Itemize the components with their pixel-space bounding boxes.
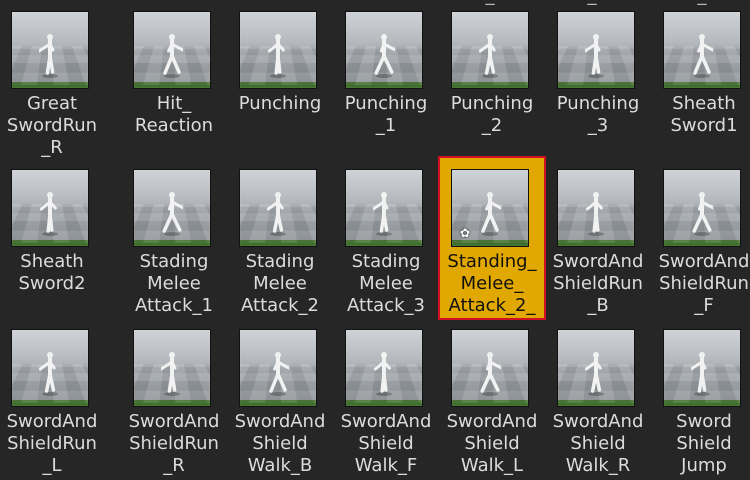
- character-icon: [585, 190, 607, 236]
- asset-label: SwordAnd ShieldRun _B: [552, 251, 644, 315]
- asset-label: Stading Melee Attack_3: [347, 251, 425, 315]
- asset-tile[interactable]: Punching: [228, 0, 332, 160]
- character-icon: [373, 32, 395, 78]
- asset-label: Stading Melee Attack_2: [241, 251, 319, 315]
- asset-label: Punching _3: [556, 93, 640, 136]
- animation-thumbnail: [133, 329, 211, 407]
- animation-thumbnail: [345, 11, 423, 89]
- animation-thumbnail: [11, 329, 89, 407]
- asset-tile[interactable]: ✿ Standing_ Melee_ Attack_2_: [438, 156, 546, 320]
- asset-tile[interactable]: Great SwordRun _R: [0, 0, 104, 160]
- asset-label: SwordAnd ShieldRun _L: [6, 411, 98, 475]
- animation-thumbnail: [345, 169, 423, 247]
- asset-label: Sheath Sword1: [670, 93, 738, 136]
- animation-thumbnail: [239, 169, 317, 247]
- animation-thumbnail: [133, 169, 211, 247]
- asset-tile[interactable]: Stading Melee Attack_2: [228, 158, 332, 318]
- character-icon: [585, 32, 607, 78]
- asset-label: Punching _1: [344, 93, 428, 136]
- asset-label: SwordAnd ShieldRun _F: [658, 251, 750, 315]
- asset-tile[interactable]: SwordAnd ShieldRun _B: [546, 158, 650, 318]
- asset-label: Great SwordRun _R: [6, 93, 98, 157]
- asset-tile[interactable]: SwordAnd Shield Walk_R: [546, 318, 650, 478]
- character-icon: [39, 32, 61, 78]
- asset-tile[interactable]: Stading Melee Attack_1: [122, 158, 226, 318]
- asset-tile[interactable]: SwordAnd Shield Walk_F: [334, 318, 438, 478]
- character-icon: [267, 32, 289, 78]
- asset-tile[interactable]: SwordAnd Shield Walk_L: [440, 318, 544, 478]
- animation-thumbnail: [451, 329, 529, 407]
- animation-thumbnail: [663, 329, 741, 407]
- asset-tile[interactable]: Hit_ Reaction: [122, 0, 226, 160]
- animation-thumbnail: [239, 329, 317, 407]
- animation-thumbnail: [557, 11, 635, 89]
- character-icon: [373, 190, 395, 236]
- asset-label: Standing_ Melee_ Attack_2_: [447, 251, 537, 315]
- asset-label: SwordAnd Shield Walk_L: [446, 411, 538, 475]
- asset-label: Punching _2: [450, 93, 534, 136]
- character-icon: [691, 350, 713, 396]
- animation-thumbnail: [239, 11, 317, 89]
- asset-label: Hit_ Reaction: [134, 93, 214, 136]
- asset-tile[interactable]: Sheath Sword1: [652, 0, 750, 160]
- character-icon: [585, 350, 607, 396]
- asset-tile[interactable]: SwordAnd ShieldRun _L: [0, 318, 104, 478]
- asset-tile[interactable]: SwordAnd ShieldRun _F: [652, 158, 750, 318]
- character-icon: [691, 32, 713, 78]
- asset-tile[interactable]: SwordAnd ShieldRun _R: [122, 318, 226, 478]
- animation-thumbnail: [11, 169, 89, 247]
- asset-label: Sheath Sword2: [18, 251, 86, 294]
- asset-tile[interactable]: Sword Shield Jump: [652, 318, 750, 478]
- asset-label: SwordAnd Shield Walk_R: [552, 411, 644, 475]
- animation-thumbnail: [557, 329, 635, 407]
- asset-label: Punching: [238, 93, 322, 114]
- character-icon: [161, 350, 183, 396]
- animation-thumbnail: [557, 169, 635, 247]
- asset-label: Sword Shield Jump: [676, 411, 732, 475]
- character-icon: [691, 190, 713, 236]
- character-icon: [267, 350, 289, 396]
- asset-tile[interactable]: Punching _3: [546, 0, 650, 160]
- asset-label: SwordAnd Shield Walk_F: [340, 411, 432, 475]
- character-icon: [479, 32, 501, 78]
- character-icon: [479, 190, 501, 236]
- asset-tile[interactable]: Punching _2: [440, 0, 544, 160]
- asset-label: Stading Melee Attack_1: [135, 251, 213, 315]
- asset-label: SwordAnd Shield Walk_B: [234, 411, 326, 475]
- character-icon: [39, 350, 61, 396]
- character-icon: [373, 350, 395, 396]
- asset-tile[interactable]: SwordAnd Shield Walk_B: [228, 318, 332, 478]
- character-icon: [267, 190, 289, 236]
- animation-thumbnail: [345, 329, 423, 407]
- gear-icon: ✿: [459, 226, 471, 240]
- asset-label: SwordAnd ShieldRun _R: [128, 411, 220, 475]
- asset-tile[interactable]: Sheath Sword2: [0, 158, 104, 318]
- animation-thumbnail: ✿: [451, 169, 529, 247]
- character-icon: [479, 350, 501, 396]
- animation-thumbnail: [11, 11, 89, 89]
- animation-thumbnail: [663, 169, 741, 247]
- asset-tile[interactable]: Punching _1: [334, 0, 438, 160]
- character-icon: [161, 190, 183, 236]
- asset-tile[interactable]: Stading Melee Attack_3: [334, 158, 438, 318]
- character-icon: [161, 32, 183, 78]
- animation-thumbnail: [133, 11, 211, 89]
- character-icon: [39, 190, 61, 236]
- animation-thumbnail: [451, 11, 529, 89]
- animation-thumbnail: [663, 11, 741, 89]
